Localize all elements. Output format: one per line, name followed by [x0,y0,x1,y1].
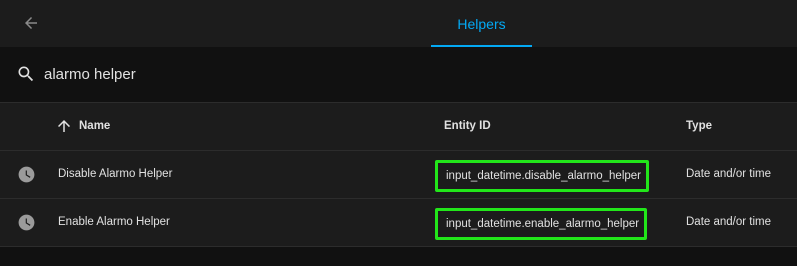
arrow-left-icon [25,17,37,29]
helper-type: Date and/or time [686,168,772,180]
search-input[interactable] [44,61,744,87]
helper-name: Enable Alarmo Helper [58,216,170,228]
search-bar [0,47,797,103]
helper-name: Disable Alarmo Helper [58,168,173,180]
entity-id: input_datetime.disable_alarmo_helper [435,160,649,192]
helper-type: Date and/or time [686,216,772,228]
column-header-entity-id[interactable]: Entity ID [444,120,491,132]
tab-label: Helpers [457,15,506,32]
top-bar: Helpers [0,0,797,47]
search-icon [18,66,34,82]
arrow-up-icon[interactable] [55,117,73,135]
clock-icon [18,166,35,183]
entity-id: input_datetime.enable_alarmo_helper [435,208,647,240]
back-button[interactable] [18,10,44,36]
column-header-type[interactable]: Type [686,120,712,132]
table-header: Name Entity ID Type [0,103,797,151]
table-row[interactable]: Disable Alarmo Helper input_datetime.dis… [0,151,797,199]
column-header-name[interactable]: Name [79,120,110,132]
table-row[interactable]: Enable Alarmo Helper input_datetime.enab… [0,199,797,247]
tab-helpers[interactable]: Helpers [431,0,532,47]
helpers-page: Helpers Name Entity ID Type Disable Alar… [0,0,797,266]
clock-icon [18,214,35,231]
